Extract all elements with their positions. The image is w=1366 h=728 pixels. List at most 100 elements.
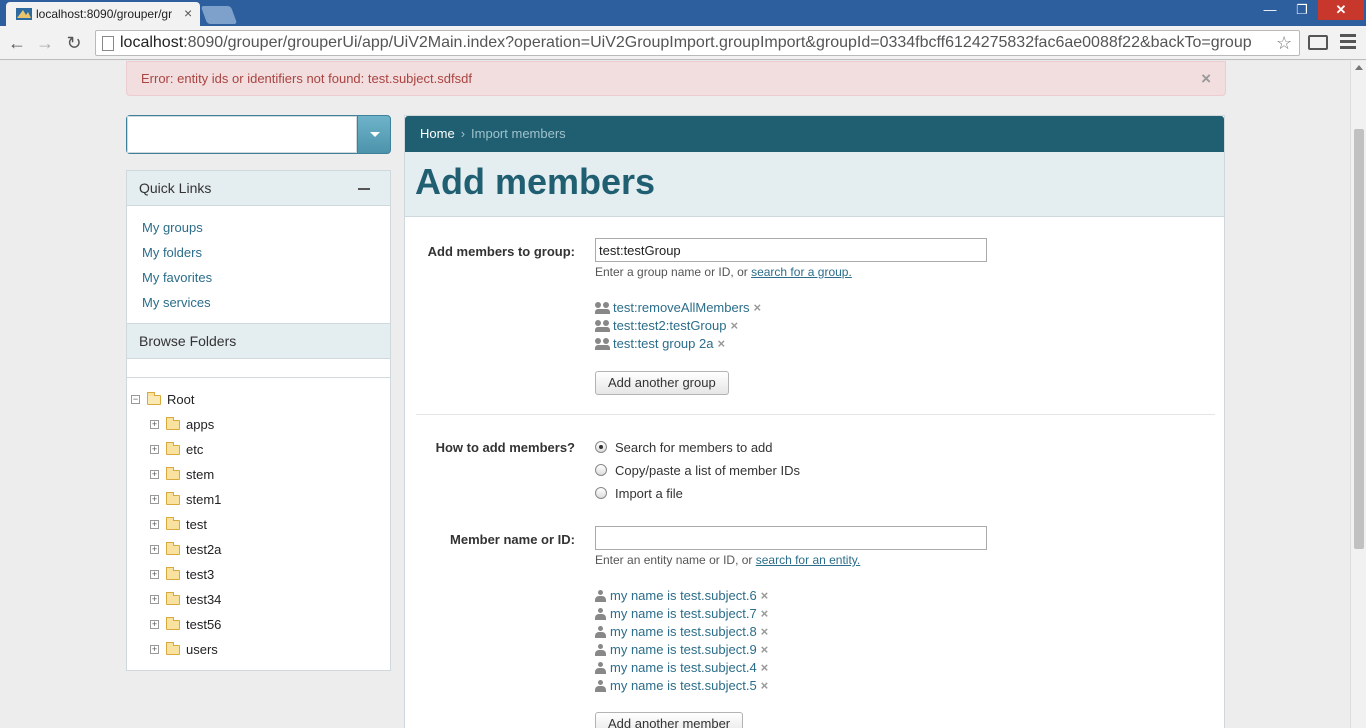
- group-icon: [595, 338, 610, 350]
- browser-tab[interactable]: localhost:8090/grouper/gr ×: [6, 2, 200, 26]
- breadcrumb: Home › Import members: [405, 116, 1224, 152]
- quick-link-my-services[interactable]: My services: [142, 291, 390, 316]
- remove-member-icon[interactable]: ×: [761, 660, 769, 675]
- tree-label[interactable]: test: [186, 515, 207, 535]
- tree-label[interactable]: test56: [186, 615, 221, 635]
- add-another-group-button[interactable]: Add another group: [595, 371, 729, 395]
- plus-icon: +: [162, 124, 175, 146]
- person-icon: [595, 590, 606, 602]
- create-dropdown-toggle[interactable]: [357, 116, 390, 153]
- group-name-link[interactable]: test:test2:testGroup: [613, 318, 726, 333]
- tree-label[interactable]: Root: [167, 390, 194, 410]
- page-scrollbar[interactable]: [1350, 61, 1366, 728]
- tree-expand-icon[interactable]: +: [150, 645, 159, 654]
- selected-member-item: my name is test.subject.4 ×: [595, 659, 768, 677]
- browser-toolbar: ← → ↻ localhost:8090/grouper/grouperUi/a…: [0, 26, 1366, 60]
- tree-expand-icon[interactable]: +: [150, 570, 159, 579]
- new-tab-button[interactable]: [200, 6, 238, 24]
- address-url: localhost:8090/grouper/grouperUi/app/UiV…: [120, 34, 1252, 51]
- how-to-add-members-label: How to add members?: [435, 440, 575, 455]
- tab-close-icon[interactable]: ×: [184, 5, 192, 21]
- quick-links-title: Quick Links: [139, 180, 212, 196]
- selected-member-item: my name is test.subject.9 ×: [595, 641, 768, 659]
- tree-label[interactable]: stem: [186, 465, 214, 485]
- remove-group-icon[interactable]: ×: [717, 336, 725, 351]
- quick-links-header: Quick Links: [127, 171, 390, 206]
- tree-expand-icon[interactable]: +: [150, 520, 159, 529]
- tree-label[interactable]: test34: [186, 590, 221, 610]
- tree-label[interactable]: test2a: [186, 540, 221, 560]
- member-name-link[interactable]: my name is test.subject.6: [610, 588, 757, 603]
- quick-link-my-groups[interactable]: My groups: [142, 216, 390, 241]
- radio-button[interactable]: [595, 441, 607, 453]
- bookmark-star-icon[interactable]: ☆: [1276, 31, 1292, 55]
- selected-member-item: my name is test.subject.5 ×: [595, 677, 768, 695]
- tree-expand-icon[interactable]: +: [150, 620, 159, 629]
- create-new-group-button: + Create new group: [126, 115, 391, 154]
- address-bar[interactable]: localhost:8090/grouper/grouperUi/app/UiV…: [95, 30, 1300, 56]
- radio-button[interactable]: [595, 487, 607, 499]
- remove-group-icon[interactable]: ×: [730, 318, 738, 333]
- tree-expand-icon[interactable]: +: [150, 445, 159, 454]
- tree-expand-icon[interactable]: +: [150, 595, 159, 604]
- folder-icon: [166, 567, 180, 580]
- collapse-minus-icon[interactable]: [358, 188, 370, 190]
- tree-label[interactable]: apps: [186, 415, 214, 435]
- cast-icon[interactable]: [1308, 35, 1328, 50]
- selected-member-item: my name is test.subject.8 ×: [595, 623, 768, 641]
- window-close-icon[interactable]: ✕: [1318, 0, 1364, 20]
- member-name-label: Member name or ID:: [450, 532, 575, 547]
- quick-link-my-favorites[interactable]: My favorites: [142, 266, 390, 291]
- breadcrumb-separator: ›: [460, 126, 466, 141]
- remove-member-icon[interactable]: ×: [761, 678, 769, 693]
- add-another-member-button[interactable]: Add another member: [595, 712, 744, 728]
- member-name-link[interactable]: my name is test.subject.8: [610, 624, 757, 639]
- tree-label[interactable]: stem1: [186, 490, 221, 510]
- error-message: Error: entity ids or identifiers not fou…: [141, 71, 472, 86]
- tree-collapse-icon[interactable]: −: [131, 395, 140, 404]
- tree-expand-icon[interactable]: +: [150, 545, 159, 554]
- remove-member-icon[interactable]: ×: [761, 642, 769, 657]
- folder-icon: [166, 542, 180, 555]
- window-minimize-icon[interactable]: —: [1256, 0, 1284, 20]
- folder-icon: [166, 492, 180, 505]
- tree-label[interactable]: users: [186, 640, 218, 660]
- selected-group-item: test:test2:testGroup ×: [595, 317, 738, 335]
- back-arrow-icon[interactable]: ←: [6, 32, 28, 54]
- tree-expand-icon[interactable]: +: [150, 470, 159, 479]
- search-for-entity-link[interactable]: search for an entity.: [756, 553, 861, 567]
- group-name-link[interactable]: test:test group 2a: [613, 336, 713, 351]
- group-name-link[interactable]: test:removeAllMembers: [613, 300, 750, 315]
- breadcrumb-home[interactable]: Home: [420, 126, 455, 141]
- add-members-to-group-label: Add members to group:: [427, 244, 575, 259]
- window-restore-icon[interactable]: ❐: [1288, 0, 1316, 20]
- tree-expand-icon[interactable]: +: [150, 495, 159, 504]
- remove-group-icon[interactable]: ×: [754, 300, 762, 315]
- search-for-group-link[interactable]: search for a group.: [751, 265, 852, 279]
- tree-label[interactable]: etc: [186, 440, 203, 460]
- tree-expand-icon[interactable]: +: [150, 420, 159, 429]
- remove-member-icon[interactable]: ×: [761, 588, 769, 603]
- browser-menu-icon[interactable]: [1340, 34, 1356, 50]
- radio-button[interactable]: [595, 464, 607, 476]
- member-name-link[interactable]: my name is test.subject.7: [610, 606, 757, 621]
- member-name-link[interactable]: my name is test.subject.5: [610, 678, 757, 693]
- remove-member-icon[interactable]: ×: [761, 606, 769, 621]
- forward-arrow-icon[interactable]: →: [34, 32, 56, 54]
- page-icon: [102, 36, 114, 51]
- main-panel: Home › Import members Add members Add memb…: [404, 115, 1225, 728]
- remove-member-icon[interactable]: ×: [761, 624, 769, 639]
- scrollbar-thumb[interactable]: [1354, 129, 1364, 549]
- member-name-link[interactable]: my name is test.subject.9: [610, 642, 757, 657]
- create-new-group-main[interactable]: + Create new group: [127, 116, 357, 153]
- reload-icon[interactable]: ↻: [63, 32, 85, 54]
- alert-close-icon[interactable]: ×: [1201, 62, 1211, 95]
- scroll-up-icon[interactable]: [1355, 65, 1363, 70]
- member-name-link[interactable]: my name is test.subject.4: [610, 660, 757, 675]
- page-title: Add members: [415, 161, 656, 202]
- member-name-input[interactable]: [595, 526, 987, 550]
- selected-member-item: my name is test.subject.6 ×: [595, 587, 768, 605]
- group-name-input[interactable]: [595, 238, 987, 262]
- tree-label[interactable]: test3: [186, 565, 214, 585]
- quick-link-my-folders[interactable]: My folders: [142, 241, 390, 266]
